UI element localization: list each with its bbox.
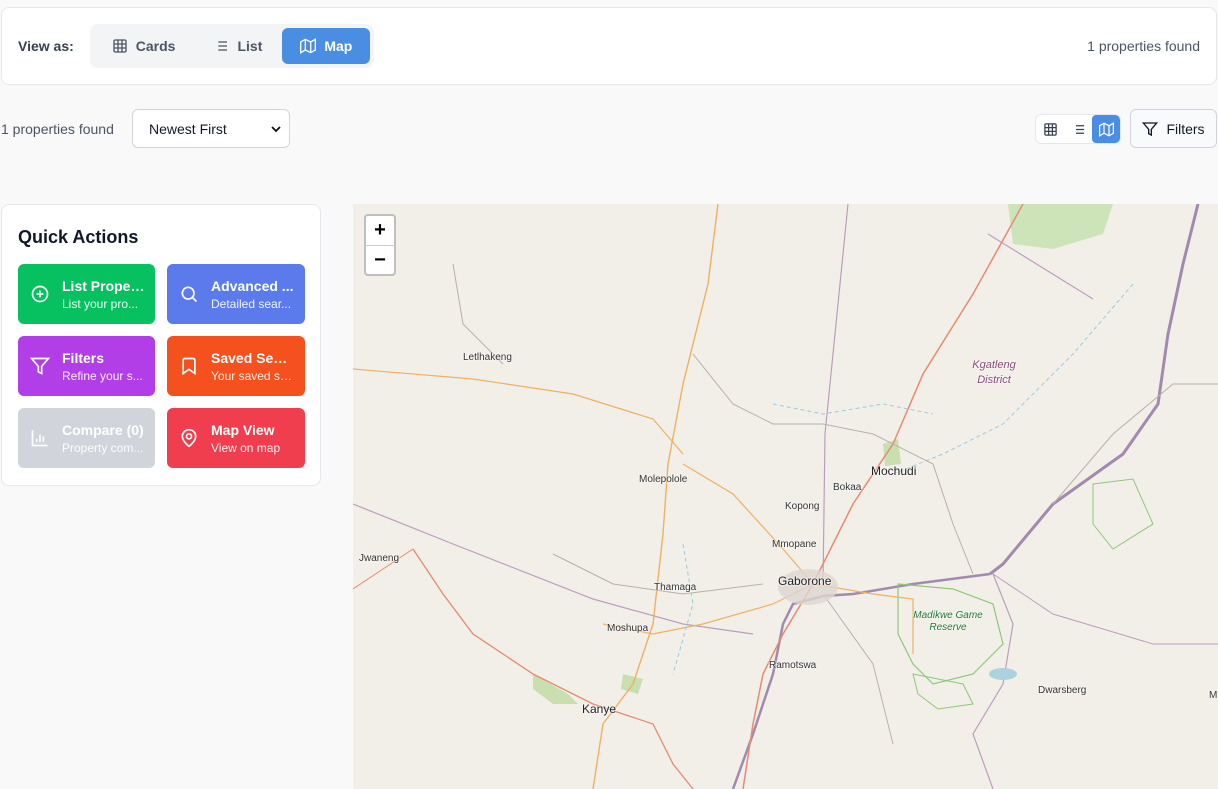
results-toolbar: 1 properties found Newest First Filters [0,109,1218,149]
quick-actions-grid: List Property List your pro... Advanced .… [18,264,305,468]
compact-map-button[interactable] [1092,115,1120,143]
map-label-letlhakeng: Letlhakeng [463,352,512,363]
qa-subtitle: Your saved se... [211,368,295,383]
compact-list-button[interactable] [1064,115,1092,143]
quick-actions-panel: Quick Actions List Property List your pro… [1,204,321,486]
search-icon [181,286,198,303]
bookmark-icon [182,357,196,376]
view-toggle-compact [1035,114,1121,144]
qa-subtitle: Refine your s... [62,368,143,383]
sort-select[interactable]: Newest First [132,109,290,148]
sort-selected-value: Newest First [149,120,227,137]
qa-subtitle: Detailed sear... [211,296,292,311]
qa-title: Saved Sear... [211,349,295,366]
qa-title: List Property [62,277,145,294]
map-label-moshupa: Moshupa [607,623,649,634]
view-cards-button[interactable]: Cards [94,28,194,64]
view-mode-toggle: Cards List Map [89,24,375,68]
quick-actions-title: Quick Actions [18,227,139,247]
map-label-jwaneng: Jwaneng [359,553,400,564]
map-label-mochudi: Mochudi [871,464,917,478]
map-zoom-control: + − [364,214,396,276]
view-list-button[interactable]: List [195,28,280,64]
map-label-ramotswa: Ramotswa [769,660,817,671]
grid-icon [113,39,127,53]
view-as-label: View as: [18,38,74,54]
map-label-madikwe-game-reserve: Madikwe Game Reserve [913,610,983,633]
map-label-edge: M [1209,690,1218,701]
compact-grid-button[interactable] [1036,115,1064,143]
view-map-button[interactable]: Map [282,28,371,64]
qa-subtitle: List your pro... [62,296,139,311]
view-mode-bar: View as: Cards List Map 1 properties fou… [1,7,1217,85]
qa-title: Filters [62,349,105,366]
qa-title: Compare (0) [62,421,144,438]
map-label-kanye: Kanye [582,702,617,716]
map-base-layer [353,204,1218,789]
map-icon [1098,121,1114,137]
zoom-in-button[interactable]: + [366,216,394,245]
bar-chart-icon [31,430,48,447]
advanced-search-button[interactable]: Advanced ... Detailed sear... [167,264,305,324]
qa-subtitle: Property com... [62,440,144,455]
map-label-gaborone: Gaborone [778,574,832,588]
chevron-down-icon [271,125,281,132]
results-count-secondary: 1 properties found [1,121,114,137]
list-icon [215,41,228,51]
filter-icon [1142,121,1159,136]
plus-circle-icon [31,285,49,303]
filters-button[interactable]: Filters [1130,109,1217,148]
map-label-mmopane: Mmopane [772,539,817,550]
map-label-kopong: Kopong [785,501,820,512]
map-label-molepolole: Molepolole [639,474,688,485]
view-map-label: Map [324,38,353,54]
zoom-out-button[interactable]: − [366,245,394,274]
property-map[interactable]: + − Letlhakeng Kgatleng District Mochudi… [353,204,1218,789]
grid-icon [1043,122,1057,136]
compare-button[interactable]: Compare (0) Property com... [18,408,155,468]
list-property-button[interactable]: List Property List your pro... [18,264,155,324]
filters-action-button[interactable]: Filters Refine your s... [18,336,155,396]
qa-title: Advanced ... [211,277,294,294]
results-count: 1 properties found [1087,38,1200,54]
saved-searches-button[interactable]: Saved Sear... Your saved se... [167,336,305,396]
view-cards-label: Cards [135,38,176,54]
map-icon [300,38,317,54]
qa-title: Map View [211,421,275,438]
filter-icon [30,357,50,375]
map-label-kgatleng-district: Kgatleng District [972,359,1016,386]
map-label-bokaa: Bokaa [833,482,862,493]
filters-label: Filters [1166,120,1205,137]
view-list-label: List [237,38,263,54]
map-label-dwarsberg: Dwarsberg [1038,685,1087,696]
list-icon [1072,124,1084,134]
qa-subtitle: View on map [211,440,281,455]
map-pin-icon [181,428,197,448]
map-label-thamaga: Thamaga [654,582,697,593]
map-view-button[interactable]: Map View View on map [167,408,305,468]
